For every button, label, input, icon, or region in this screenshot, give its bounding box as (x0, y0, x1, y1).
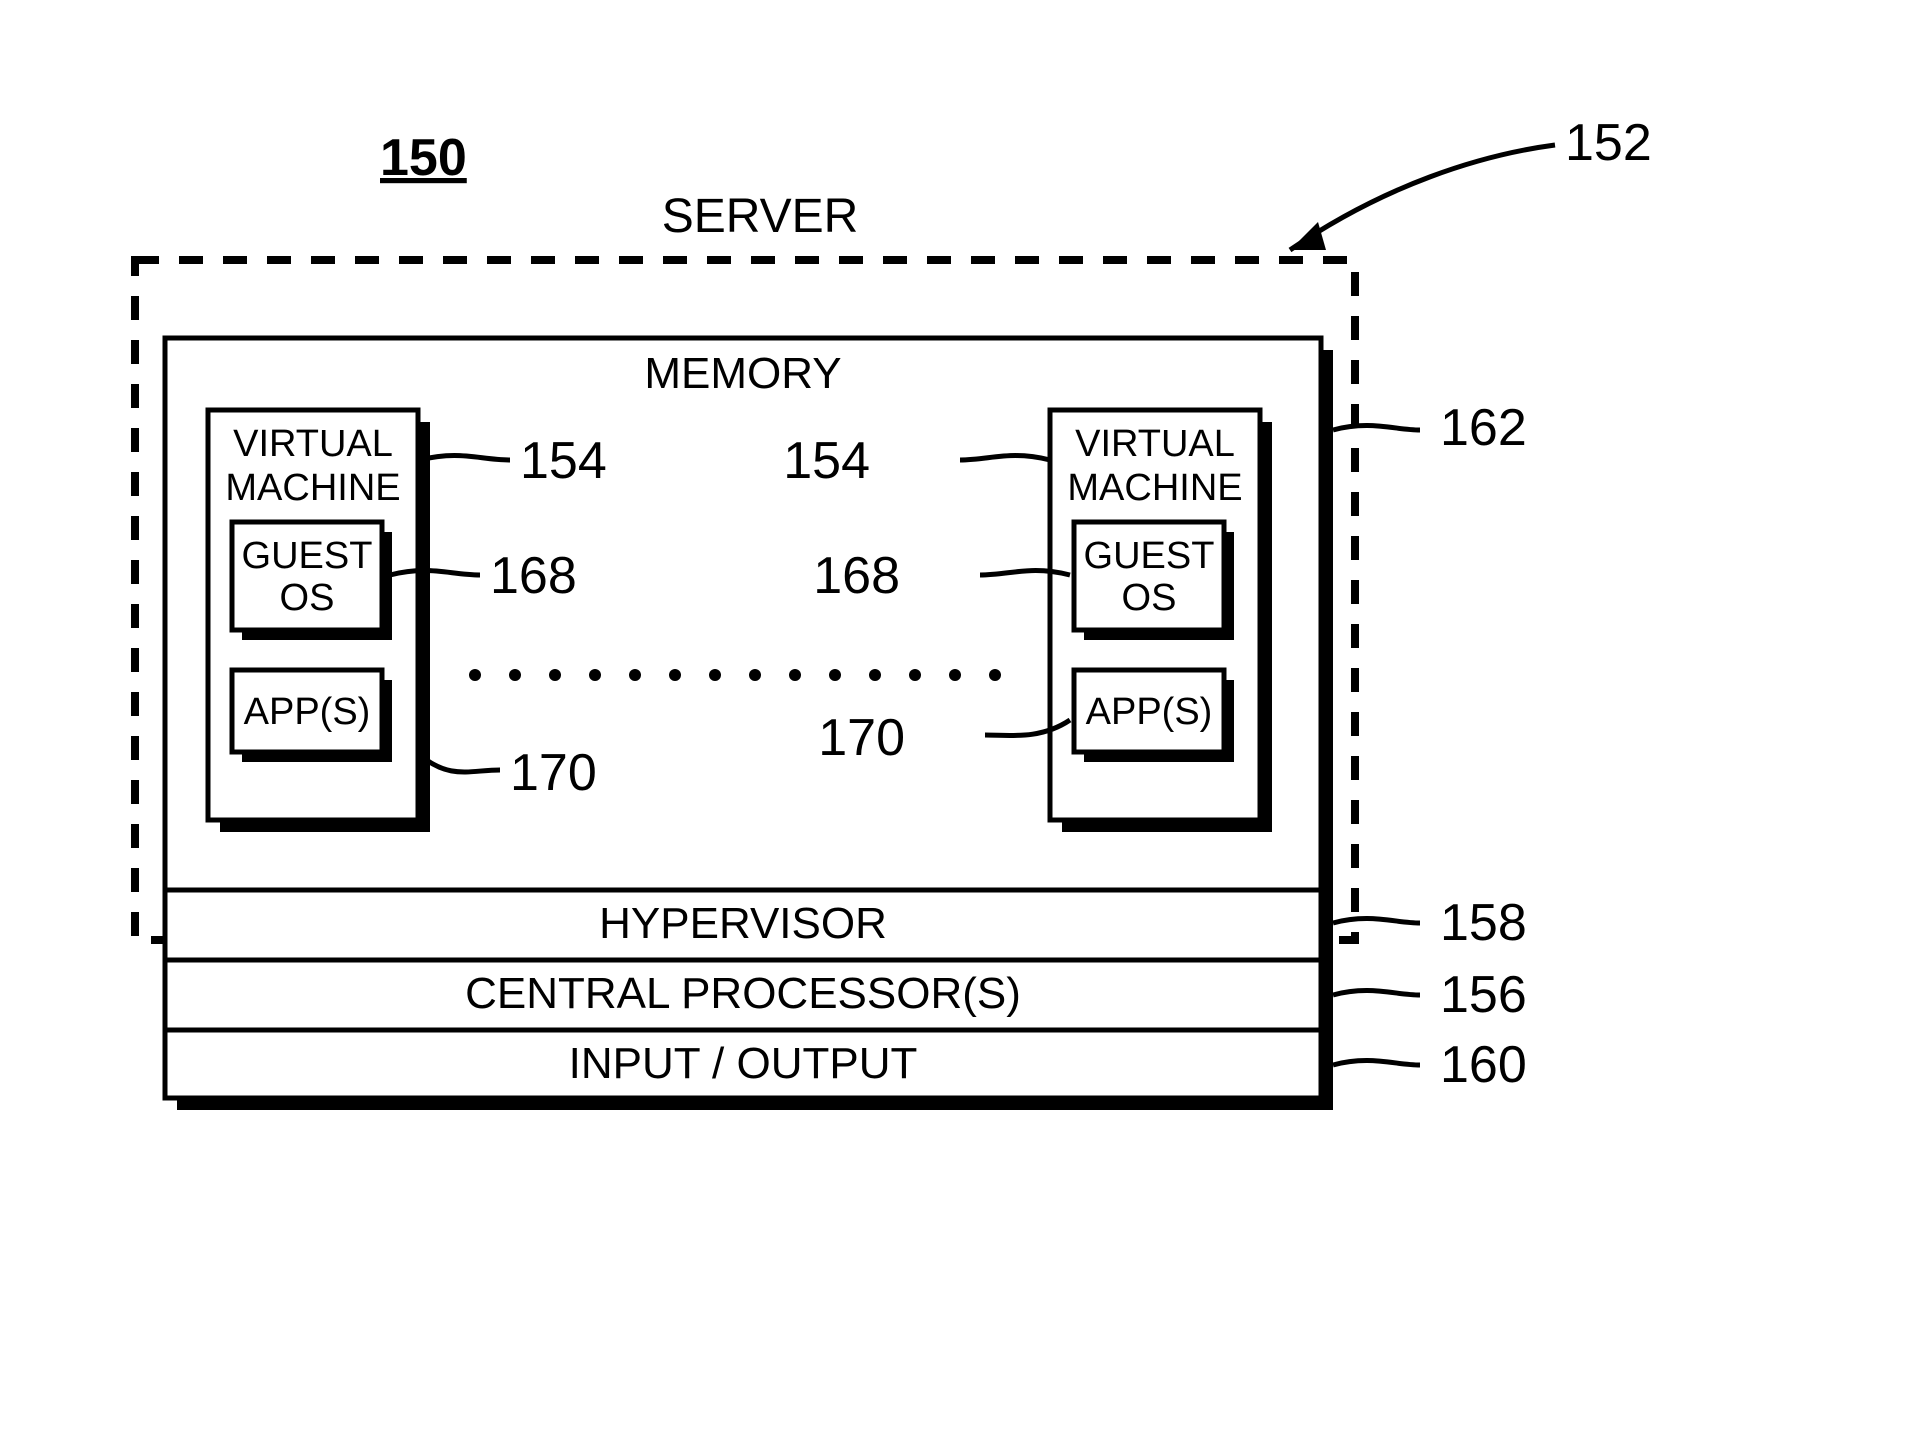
ref-io: 160 (1440, 1036, 1527, 1094)
server-label: SERVER (662, 190, 859, 243)
ref-memory: 162 (1440, 399, 1527, 457)
figure-number: 150 (380, 129, 467, 187)
ref-server: 152 (1565, 114, 1652, 172)
ref-guestos-right: 168 (813, 547, 900, 605)
ref-guestos-left: 168 (490, 547, 577, 605)
guest-os-l2: OS (1122, 577, 1177, 619)
cpu-label: CENTRAL PROCESSOR(S) (465, 969, 1021, 1018)
ref-hypervisor: 158 (1440, 894, 1527, 952)
vm-title-l1: VIRTUAL (233, 423, 393, 465)
vm-right: VIRTUAL MACHINE GUEST OS APP(S) (1050, 410, 1272, 832)
ref-apps-left: 170 (510, 744, 597, 802)
memory-label: MEMORY (644, 349, 841, 398)
vm-title-l2: MACHINE (1067, 467, 1242, 509)
vm-left: VIRTUAL MACHINE GUEST OS APP(S) (208, 410, 430, 832)
vm-title-l2: MACHINE (225, 467, 400, 509)
ref-vm-right: 154 (783, 432, 870, 490)
ref-vm-left: 154 (520, 432, 607, 490)
guest-os-l1: GUEST (1084, 535, 1215, 577)
guest-os-l2: OS (280, 577, 335, 619)
guest-os-l1: GUEST (242, 535, 373, 577)
ref-apps-right: 170 (818, 709, 905, 767)
apps-label: APP(S) (244, 691, 371, 733)
io-label: INPUT / OUTPUT (569, 1039, 918, 1088)
hypervisor-label: HYPERVISOR (599, 899, 887, 948)
apps-label: APP(S) (1086, 691, 1213, 733)
vm-title-l1: VIRTUAL (1075, 423, 1235, 465)
server-architecture-diagram: 150 SERVER MEMORY HYPERVISOR CENTRAL PRO… (0, 0, 1931, 1455)
ref-cpu: 156 (1440, 966, 1527, 1024)
